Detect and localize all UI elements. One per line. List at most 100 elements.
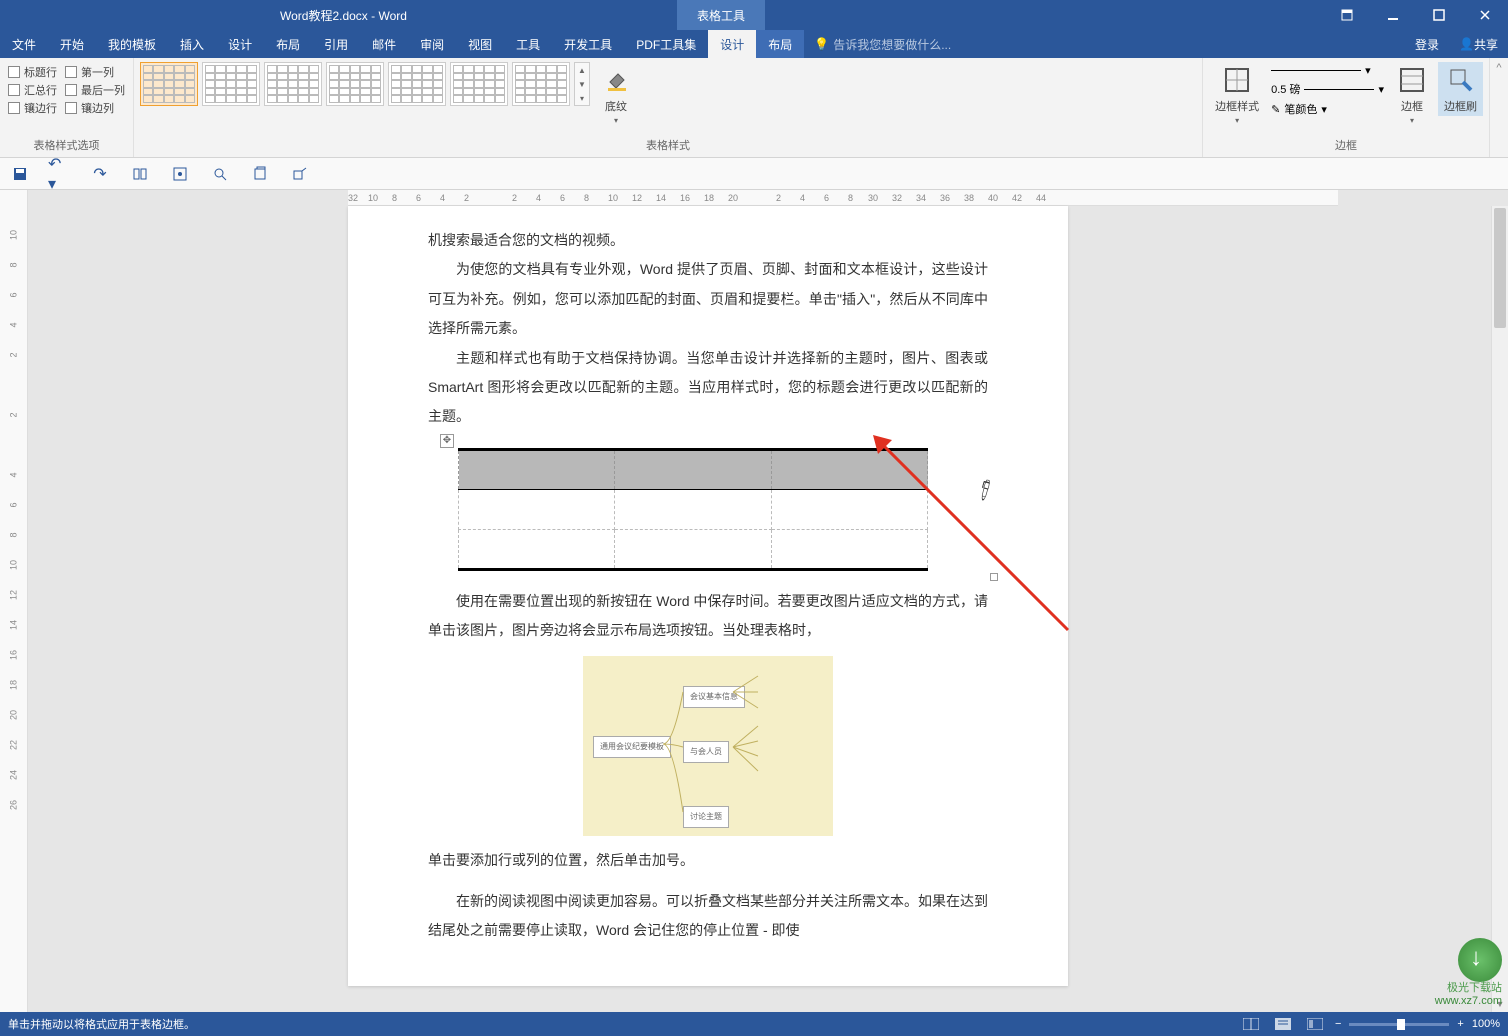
ruler-tick: 6 — [9, 492, 19, 519]
table-style-7[interactable] — [512, 62, 570, 106]
chk-banded-col[interactable]: 镶边列 — [65, 100, 125, 116]
table-style-3[interactable] — [264, 62, 322, 106]
paragraph[interactable]: 在新的阅读视图中阅读更加容易。可以折叠文档某些部分并关注所需文本。如果在达到结尾… — [428, 887, 988, 946]
share-label: 共享 — [1474, 36, 1498, 53]
chk-label: 镶边行 — [24, 100, 57, 116]
document-table[interactable] — [458, 448, 928, 571]
ruler-tick: 44 — [1036, 193, 1046, 203]
menu-layout[interactable]: 布局 — [264, 30, 312, 58]
menu-table-design[interactable]: 设计 — [708, 30, 756, 58]
chk-label: 第一列 — [81, 64, 114, 80]
table-move-handle[interactable]: ✥ — [440, 434, 454, 448]
chk-last-col[interactable]: 最后一列 — [65, 82, 125, 98]
group-borders: 边框样式 ▾ ▾ 0.5 磅▾ ✎ 笔颜色 ▾ 边框 ▾ 边框刷 — [1203, 58, 1490, 157]
table-row[interactable] — [459, 489, 928, 529]
border-line-style[interactable]: ▾ — [1271, 64, 1384, 77]
tell-me-search[interactable]: 💡 告诉我您想要做什么... — [814, 36, 951, 53]
table-row[interactable] — [459, 529, 928, 569]
scroll-down-arrow[interactable]: ▼ — [1492, 995, 1508, 1012]
menu-devtools[interactable]: 开发工具 — [552, 30, 624, 58]
view-read-mode[interactable] — [1239, 1015, 1263, 1033]
shading-button[interactable]: 底纹 ▾ — [594, 62, 638, 127]
border-styles-button[interactable]: 边框样式 ▾ — [1209, 62, 1265, 127]
horizontal-ruler[interactable]: 32 10 8 6 4 2 2 4 6 8 10 12 14 16 18 20 … — [348, 190, 1338, 206]
close-button[interactable] — [1462, 0, 1508, 30]
save-button[interactable] — [8, 162, 32, 186]
ruler-tick: 18 — [9, 672, 19, 699]
chk-banded-row[interactable]: 镶边行 — [8, 100, 57, 116]
vertical-scrollbar[interactable]: ▲ ▼ — [1491, 206, 1508, 1012]
ruler-tick: 34 — [916, 193, 926, 203]
embedded-image-mindmap[interactable]: 通用会议纪要模板 会议基本信息 与会人员 讨论主题 — [583, 656, 833, 836]
paragraph[interactable]: 为使您的文档具有专业外观，Word 提供了页眉、页脚、封面和文本框设计，这些设计… — [428, 255, 988, 343]
ruler-tick: 26 — [9, 792, 19, 819]
menu-review[interactable]: 审阅 — [408, 30, 456, 58]
table-style-2[interactable] — [202, 62, 260, 106]
menu-home[interactable]: 开始 — [48, 30, 96, 58]
table-row[interactable] — [459, 449, 928, 489]
maximize-button[interactable] — [1416, 0, 1462, 30]
view-web-layout[interactable] — [1303, 1015, 1327, 1033]
qat-button-7[interactable] — [248, 162, 272, 186]
table-resize-handle[interactable] — [990, 573, 998, 581]
borders-button[interactable]: 边框 ▾ — [1390, 62, 1434, 127]
zoom-in-icon[interactable]: + — [1457, 1018, 1463, 1030]
border-painter-button[interactable]: 边框刷 — [1438, 62, 1483, 116]
view-print-layout[interactable] — [1271, 1015, 1295, 1033]
paragraph[interactable]: 主题和样式也有助于文档保持协调。当您单击设计并选择新的主题时，图片、图表或 Sm… — [428, 344, 988, 432]
collapse-ribbon-icon[interactable]: ^ — [1490, 58, 1508, 157]
zoom-level[interactable]: 100% — [1472, 1018, 1500, 1030]
redo-button[interactable]: ↷ — [88, 162, 112, 186]
document-page[interactable]: 机搜索最适合您的文档的视频。 为使您的文档具有专业外观，Word 提供了页眉、页… — [348, 206, 1068, 986]
doc-scroll-container[interactable]: 32 10 8 6 4 2 2 4 6 8 10 12 14 16 18 20 … — [28, 190, 1508, 1012]
qat-button-6[interactable] — [208, 162, 232, 186]
table-style-4[interactable] — [326, 62, 384, 106]
menu-view[interactable]: 视图 — [456, 30, 504, 58]
menu-pdftools[interactable]: PDF工具集 — [624, 30, 708, 58]
ruler-tick: 16 — [680, 193, 690, 203]
login-button[interactable]: 登录 — [1405, 30, 1449, 58]
zoom-slider[interactable] — [1349, 1023, 1449, 1026]
menu-tools[interactable]: 工具 — [504, 30, 552, 58]
minimize-button[interactable] — [1370, 0, 1416, 30]
mindmap-node: 与会人员 — [683, 741, 729, 764]
paragraph[interactable]: 单击要添加行或列的位置，然后单击加号。 — [428, 846, 988, 875]
ribbon-options-icon[interactable] — [1324, 0, 1370, 30]
pen-color-button[interactable]: ✎ 笔颜色 ▾ — [1271, 101, 1384, 117]
scrollbar-thumb[interactable] — [1494, 208, 1506, 328]
qat-button-8[interactable] — [288, 162, 312, 186]
undo-button[interactable]: ↶ ▾ — [48, 162, 72, 186]
group-label: 表格样式选项 — [6, 135, 127, 153]
ruler-tick: 6 — [9, 282, 19, 309]
menu-file[interactable]: 文件 — [0, 30, 48, 58]
table-style-6[interactable] — [450, 62, 508, 106]
table-styles-more[interactable]: ▲▼▾ — [574, 62, 590, 106]
vertical-ruler[interactable]: 10 8 6 4 2 2 4 6 8 10 12 14 16 18 20 22 … — [0, 190, 28, 1012]
menu-templates[interactable]: 我的模板 — [96, 30, 168, 58]
paragraph[interactable]: 机搜索最适合您的文档的视频。 — [428, 226, 988, 255]
table-style-5[interactable] — [388, 62, 446, 106]
chk-first-col[interactable]: 第一列 — [65, 64, 125, 80]
chk-header-row[interactable]: 标题行 — [8, 64, 57, 80]
group-label: 表格样式 — [140, 135, 1196, 153]
paragraph[interactable]: 使用在需要位置出现的新按钮在 Word 中保存时间。若要更改图片适应文档的方式，… — [428, 587, 988, 646]
button-label: 边框刷 — [1444, 98, 1477, 114]
border-weight-select[interactable]: 0.5 磅▾ — [1271, 81, 1384, 97]
statusbar: 单击并拖动以将格式应用于表格边框。 − + 100% — [0, 1012, 1508, 1036]
qat-button-5[interactable] — [168, 162, 192, 186]
menu-design[interactable]: 设计 — [216, 30, 264, 58]
share-button[interactable]: 👤 共享 — [1449, 30, 1508, 58]
pen-icon: ✎ — [1271, 103, 1280, 116]
chk-total-row[interactable]: 汇总行 — [8, 82, 57, 98]
menu-table-layout[interactable]: 布局 — [756, 30, 804, 58]
table-style-1[interactable] — [140, 62, 198, 106]
group-table-styles: ▲▼▾ 底纹 ▾ 表格样式 — [134, 58, 1203, 157]
paragraph-empty[interactable] — [428, 875, 988, 887]
zoom-out-icon[interactable]: − — [1335, 1018, 1341, 1030]
ruler-tick: 20 — [728, 193, 738, 203]
menu-mail[interactable]: 邮件 — [360, 30, 408, 58]
qat-button-4[interactable] — [128, 162, 152, 186]
menu-references[interactable]: 引用 — [312, 30, 360, 58]
status-hint: 单击并拖动以将格式应用于表格边框。 — [8, 1016, 195, 1032]
menu-insert[interactable]: 插入 — [168, 30, 216, 58]
